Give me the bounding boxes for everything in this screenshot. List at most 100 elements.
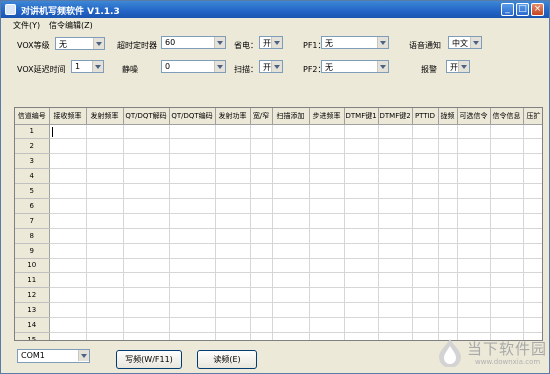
grid-cell[interactable]: [412, 138, 439, 155]
squelch-select[interactable]: 0: [161, 60, 226, 73]
grid-cell[interactable]: [169, 317, 216, 333]
close-icon[interactable]: ×: [531, 3, 544, 16]
grid-cell[interactable]: [272, 168, 310, 185]
grid-cell[interactable]: [490, 228, 524, 244]
grid-cell[interactable]: [123, 287, 170, 304]
grid-cell[interactable]: [272, 213, 310, 229]
grid-cell[interactable]: [169, 302, 216, 319]
grid-cell[interactable]: [250, 228, 273, 244]
grid-cell[interactable]: [272, 183, 310, 199]
grid-cell[interactable]: [169, 332, 216, 340]
grid-cell[interactable]: [490, 272, 524, 289]
grid-cell[interactable]: [86, 138, 124, 155]
grid-cell[interactable]: [378, 138, 413, 155]
grid-cell[interactable]: [169, 287, 216, 304]
grid-cell[interactable]: [250, 302, 273, 319]
grid-cell[interactable]: [457, 258, 491, 274]
table-row[interactable]: 10: [15, 258, 542, 274]
grid-cell[interactable]: [49, 287, 87, 304]
grid-cell[interactable]: [457, 168, 491, 185]
grid-cell[interactable]: [457, 124, 491, 140]
grid-cell[interactable]: [438, 287, 458, 304]
grid-cell[interactable]: [457, 138, 491, 155]
alarm-select[interactable]: 开: [446, 60, 470, 73]
grid-cell[interactable]: [215, 302, 251, 319]
grid-cell[interactable]: [490, 243, 524, 259]
col-header[interactable]: 发射频率: [86, 108, 124, 125]
grid-cell[interactable]: [412, 213, 439, 229]
grid-cell[interactable]: [272, 302, 310, 319]
grid-cell[interactable]: [378, 228, 413, 244]
grid-cell[interactable]: [309, 317, 345, 333]
grid-cell[interactable]: [123, 213, 170, 229]
grid-cell[interactable]: [523, 243, 542, 259]
col-header[interactable]: 压扩: [523, 108, 542, 125]
grid-cell[interactable]: [86, 198, 124, 214]
grid-cell[interactable]: [438, 258, 458, 274]
grid-cell[interactable]: [86, 153, 124, 170]
grid-cell[interactable]: [86, 228, 124, 244]
grid-cell[interactable]: [169, 272, 216, 289]
grid-cell[interactable]: [438, 243, 458, 259]
grid-cell[interactable]: [86, 258, 124, 274]
grid-cell[interactable]: [378, 302, 413, 319]
grid-cell[interactable]: [215, 243, 251, 259]
grid-cell[interactable]: [169, 198, 216, 214]
grid-cell[interactable]: [272, 138, 310, 155]
grid-cell[interactable]: [272, 287, 310, 304]
grid-cell[interactable]: [250, 138, 273, 155]
col-header[interactable]: DTMF键2: [378, 108, 413, 125]
grid-cell[interactable]: [86, 124, 124, 140]
grid-cell[interactable]: [457, 213, 491, 229]
grid-cell[interactable]: [523, 228, 542, 244]
grid-cell[interactable]: [49, 228, 87, 244]
grid-cell[interactable]: [309, 183, 345, 199]
grid-cell[interactable]: [344, 272, 379, 289]
grid-cell[interactable]: [215, 272, 251, 289]
grid-cell[interactable]: [49, 243, 87, 259]
grid-cell[interactable]: [344, 168, 379, 185]
grid-cell[interactable]: [523, 153, 542, 170]
grid-cell[interactable]: [49, 272, 87, 289]
pf2-select[interactable]: 无: [321, 60, 389, 73]
grid-cell[interactable]: [272, 272, 310, 289]
grid-cell[interactable]: [169, 138, 216, 155]
read-button[interactable]: 读频(E): [197, 350, 257, 369]
grid-cell[interactable]: [215, 228, 251, 244]
com-port-select[interactable]: COM1: [17, 349, 90, 363]
grid-cell[interactable]: [490, 198, 524, 214]
grid-cell[interactable]: [309, 272, 345, 289]
grid-cell[interactable]: [438, 168, 458, 185]
grid-cell[interactable]: [86, 213, 124, 229]
grid-cell[interactable]: [344, 243, 379, 259]
grid-cell[interactable]: [344, 228, 379, 244]
grid-cell[interactable]: [457, 287, 491, 304]
grid-cell[interactable]: [272, 198, 310, 214]
grid-cell[interactable]: [457, 228, 491, 244]
grid-cell[interactable]: [123, 302, 170, 319]
grid-cell[interactable]: [272, 317, 310, 333]
grid-cell[interactable]: [309, 287, 345, 304]
grid-cell[interactable]: [49, 332, 87, 340]
grid-cell[interactable]: [523, 272, 542, 289]
timeout-timer-select[interactable]: 60: [161, 36, 226, 49]
grid-cell[interactable]: [215, 213, 251, 229]
grid-cell[interactable]: [250, 258, 273, 274]
grid-cell[interactable]: [123, 168, 170, 185]
grid-cell[interactable]: [490, 258, 524, 274]
grid-cell[interactable]: [123, 243, 170, 259]
grid-cell[interactable]: [438, 213, 458, 229]
grid-cell[interactable]: [49, 317, 87, 333]
grid-cell[interactable]: [49, 183, 87, 199]
col-header[interactable]: QT/DQT解码: [123, 108, 170, 125]
grid-cell[interactable]: [86, 168, 124, 185]
grid-cell[interactable]: [523, 213, 542, 229]
grid-cell[interactable]: [378, 258, 413, 274]
table-row[interactable]: 9: [15, 243, 542, 259]
grid-cell[interactable]: [344, 258, 379, 274]
vox-level-select[interactable]: 无: [55, 37, 105, 50]
grid-cell[interactable]: [378, 317, 413, 333]
grid-cell[interactable]: [49, 302, 87, 319]
grid-cell[interactable]: [215, 317, 251, 333]
grid-cell[interactable]: [123, 258, 170, 274]
